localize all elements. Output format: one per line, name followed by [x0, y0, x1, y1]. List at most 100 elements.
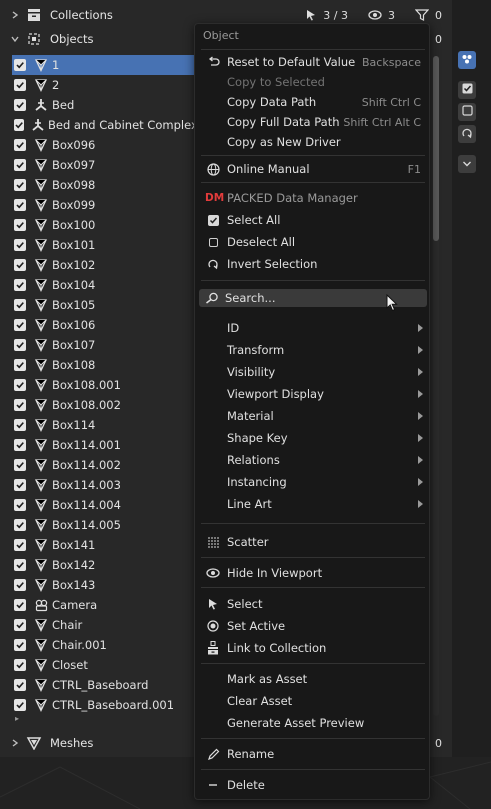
outliner-object-row[interactable]: Box114.004: [12, 495, 194, 515]
select-item[interactable]: Select: [199, 594, 427, 614]
copy-as-driver-item[interactable]: Copy as New Driver: [199, 132, 427, 152]
outliner-object-row[interactable]: Box104: [12, 275, 194, 295]
chevron-down-icon[interactable]: [10, 34, 20, 44]
outliner-object-row[interactable]: Box105: [12, 295, 194, 315]
mark-asset-item[interactable]: Mark as Asset: [199, 669, 427, 689]
visibility-checkbox[interactable]: [14, 419, 26, 431]
outliner-object-row[interactable]: Box114: [12, 415, 194, 435]
reset-default-item[interactable]: Reset to Default Value Backspace: [199, 52, 427, 72]
chevron-right-icon[interactable]: [10, 10, 20, 20]
outliner-object-row[interactable]: Camera: [12, 595, 194, 615]
strip-select-all-button[interactable]: [458, 81, 476, 99]
outliner-object-row[interactable]: Box114.003: [12, 475, 194, 495]
visibility-checkbox[interactable]: [14, 119, 24, 131]
select-all-item[interactable]: Select All: [199, 210, 427, 230]
outliner-object-row[interactable]: Box114.001: [12, 435, 194, 455]
delete-item[interactable]: Delete: [199, 775, 427, 795]
submenu-line-art[interactable]: Line Art: [199, 494, 427, 514]
visibility-checkbox[interactable]: [14, 579, 26, 591]
submenu-shape-key[interactable]: Shape Key: [199, 428, 427, 448]
outliner-object-row[interactable]: Bed: [12, 95, 194, 115]
visibility-checkbox[interactable]: [14, 59, 26, 71]
generate-preview-item[interactable]: Generate Asset Preview: [199, 713, 427, 733]
outliner-object-row[interactable]: Box108.001: [12, 375, 194, 395]
visibility-checkbox[interactable]: [14, 679, 26, 691]
visibility-checkbox[interactable]: [14, 359, 26, 371]
outliner-object-row[interactable]: Box106: [12, 315, 194, 335]
visibility-checkbox[interactable]: [14, 179, 26, 191]
visibility-checkbox[interactable]: [14, 319, 26, 331]
visibility-checkbox[interactable]: [14, 239, 26, 251]
visibility-checkbox[interactable]: [14, 99, 26, 111]
outliner-object-row[interactable]: Box143: [12, 575, 194, 595]
outliner-object-row[interactable]: Box096: [12, 135, 194, 155]
outliner-object-row[interactable]: 2: [12, 75, 194, 95]
deselect-all-item[interactable]: Deselect All: [199, 232, 427, 252]
filter-icon[interactable]: [415, 9, 429, 21]
scene-graph-button[interactable]: [458, 51, 476, 69]
scrollbar-thumb[interactable]: [433, 56, 439, 241]
outliner-object-row[interactable]: Chair.001: [12, 635, 194, 655]
visibility-checkbox[interactable]: [14, 499, 26, 511]
visibility-checkbox[interactable]: [14, 599, 26, 611]
rename-item[interactable]: Rename: [199, 744, 427, 764]
outliner-object-row[interactable]: Chair: [12, 615, 194, 635]
collections-row[interactable]: Collections 3 / 3 3 0: [0, 5, 452, 25]
submenu-viewport-display[interactable]: Viewport Display: [199, 384, 427, 404]
outliner-object-row[interactable]: CTRL_Baseboard.001: [12, 695, 194, 715]
visibility-checkbox[interactable]: [14, 479, 26, 491]
submenu-transform[interactable]: Transform: [199, 340, 427, 360]
visibility-checkbox[interactable]: [14, 659, 26, 671]
outliner-object-row[interactable]: CTRL_Baseboard: [12, 675, 194, 695]
outliner-object-row[interactable]: Box114.002: [12, 455, 194, 475]
strip-deselect-button[interactable]: [458, 103, 476, 121]
visibility-checkbox[interactable]: [14, 459, 26, 471]
submenu-relations[interactable]: Relations: [199, 450, 427, 470]
visibility-checkbox[interactable]: [14, 79, 26, 91]
visibility-checkbox[interactable]: [14, 559, 26, 571]
hide-viewport-item[interactable]: Hide In Viewport: [199, 563, 427, 583]
outliner-object-row[interactable]: Box114.005: [12, 515, 194, 535]
visibility-checkbox[interactable]: [14, 259, 26, 271]
outliner-scrollbar[interactable]: [430, 56, 442, 716]
visibility-checkbox[interactable]: [14, 699, 26, 711]
outliner-object-row[interactable]: Box100: [12, 215, 194, 235]
outliner-object-row[interactable]: Closet: [12, 655, 194, 675]
chevron-right-icon[interactable]: [10, 738, 20, 748]
visibility-checkbox[interactable]: [14, 399, 26, 411]
invert-selection-item[interactable]: Invert Selection: [199, 254, 427, 274]
copy-data-path-item[interactable]: Copy Data Path Shift Ctrl C: [199, 92, 427, 112]
copy-full-data-path-item[interactable]: Copy Full Data Path Shift Ctrl Alt C: [199, 112, 427, 132]
visibility-checkbox[interactable]: [14, 379, 26, 391]
visibility-checkbox[interactable]: [14, 619, 26, 631]
visibility-checkbox[interactable]: [14, 439, 26, 451]
outliner-object-row[interactable]: Box101: [12, 235, 194, 255]
outliner-object-row[interactable]: 1: [12, 55, 194, 75]
visibility-checkbox[interactable]: [14, 339, 26, 351]
outliner-object-row[interactable]: Bed and Cabinet Complex: [12, 115, 198, 135]
visibility-checkbox[interactable]: [14, 639, 26, 651]
outliner-object-row[interactable]: Box098: [12, 175, 194, 195]
clear-asset-item[interactable]: Clear Asset: [199, 691, 427, 711]
outliner-object-row[interactable]: Box097: [12, 155, 194, 175]
visibility-checkbox[interactable]: [14, 139, 26, 151]
strip-dropdown-button[interactable]: [458, 155, 476, 173]
submenu-instancing[interactable]: Instancing: [199, 472, 427, 492]
set-active-item[interactable]: Set Active: [199, 616, 427, 636]
visibility-checkbox[interactable]: [14, 199, 26, 211]
link-collection-item[interactable]: Link to Collection: [199, 638, 427, 658]
outliner-object-row[interactable]: Box108: [12, 355, 194, 375]
online-manual-item[interactable]: Online Manual F1: [199, 159, 427, 179]
submenu-material[interactable]: Material: [199, 406, 427, 426]
scatter-item[interactable]: Scatter: [199, 532, 427, 552]
visibility-checkbox[interactable]: [14, 299, 26, 311]
outliner-object-row[interactable]: Box107: [12, 335, 194, 355]
visibility-checkbox[interactable]: [14, 519, 26, 531]
submenu-id[interactable]: ID: [199, 318, 427, 338]
outliner-object-row[interactable]: Box142: [12, 555, 194, 575]
outliner-object-row[interactable]: Box099: [12, 195, 194, 215]
strip-invert-button[interactable]: [458, 125, 476, 143]
visibility-checkbox[interactable]: [14, 539, 26, 551]
visibility-checkbox[interactable]: [14, 219, 26, 231]
submenu-visibility[interactable]: Visibility: [199, 362, 427, 382]
